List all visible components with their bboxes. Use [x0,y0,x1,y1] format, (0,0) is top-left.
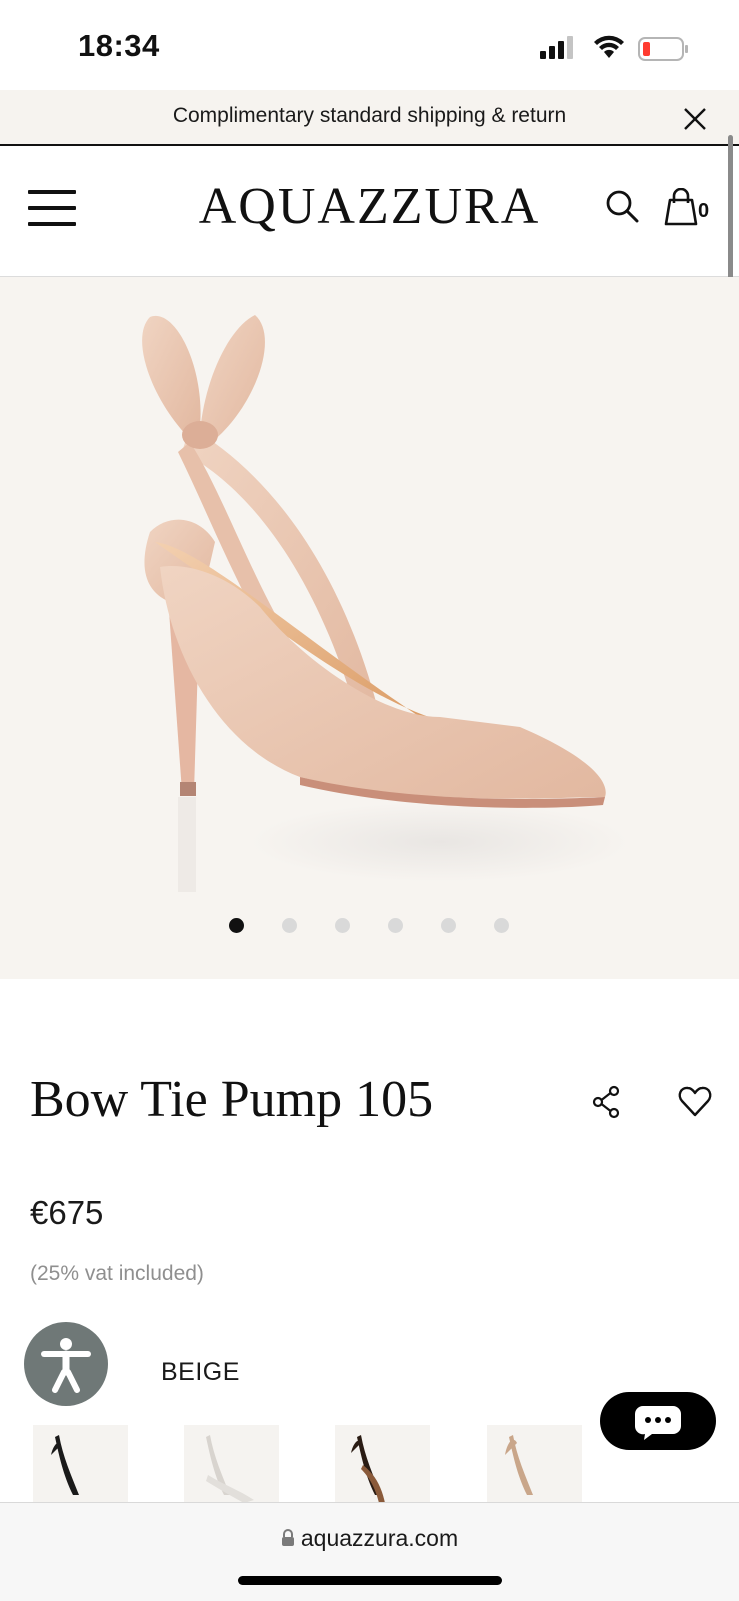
swatch-shoe-image [206,1435,254,1503]
cellular-signal-icon [540,36,573,59]
promo-text: Complimentary standard shipping & return [172,104,567,127]
search-icon[interactable] [604,188,640,224]
battery-icon [638,37,688,61]
carousel-dot[interactable] [335,918,350,933]
status-time: 18:34 [78,28,160,63]
carousel-dot[interactable] [388,918,403,933]
url-display[interactable]: aquazzura.com [0,1525,739,1552]
product-shoe-image [142,315,630,892]
carousel-dot[interactable] [441,918,456,933]
swatch-shoe-image [51,1435,79,1495]
url-text: aquazzura.com [300,1525,459,1551]
heart-icon[interactable] [678,1085,712,1119]
close-icon[interactable] [682,106,708,132]
carousel-dot[interactable] [229,918,244,933]
colour-value: BEIGE [161,1358,240,1386]
wifi-icon [594,35,624,58]
colour-swatch-black[interactable] [33,1425,128,1505]
share-icon[interactable] [590,1085,624,1119]
colour-swatch-black-suede[interactable] [335,1425,430,1505]
chat-button[interactable] [600,1392,716,1450]
carousel-dot[interactable] [494,918,509,933]
product-price: €675 [30,1194,104,1231]
carousel-dots [0,918,739,934]
carousel-dot[interactable] [282,918,297,933]
accessibility-button[interactable] [24,1322,108,1406]
product-image-carousel[interactable] [0,277,739,979]
swatch-shoe-image [505,1435,533,1495]
cart-count-badge[interactable]: 0 [698,200,709,223]
colour-swatch-white[interactable] [184,1425,279,1505]
accessibility-icon [41,1338,91,1393]
chat-bubble-icon [634,1406,681,1440]
colour-swatch-nude[interactable] [487,1425,582,1505]
product-title: Bow Tie Pump 105 [30,1071,434,1128]
swatch-shoe-image [351,1435,385,1503]
home-indicator [238,1576,502,1585]
lock-icon [281,1529,294,1546]
vat-note: (25% vat included) [30,1262,204,1285]
promo-banner: Complimentary standard shipping & return [0,90,739,146]
